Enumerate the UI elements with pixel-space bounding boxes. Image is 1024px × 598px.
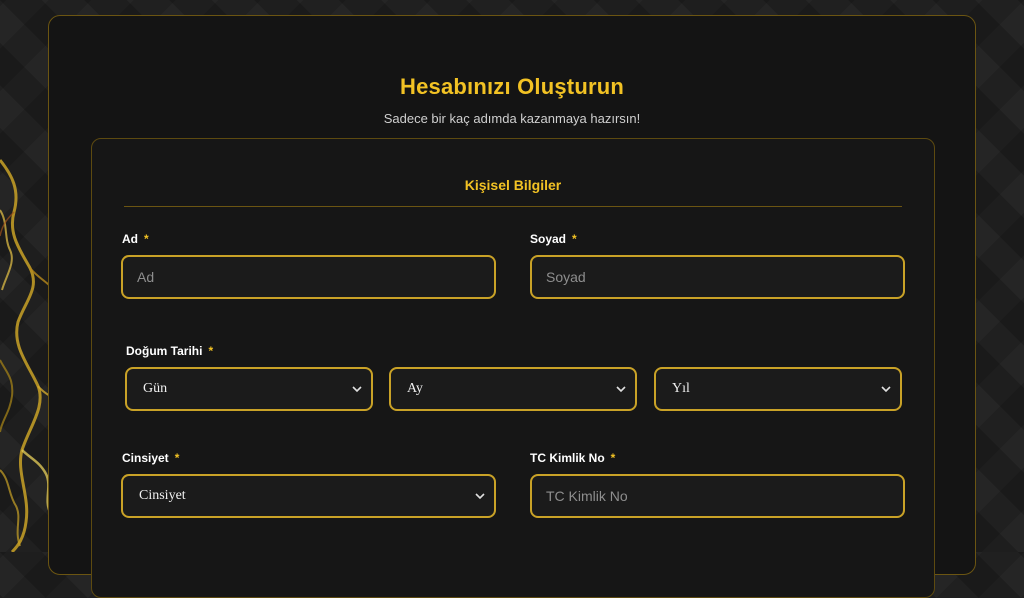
required-marker: * bbox=[572, 232, 577, 246]
required-marker: * bbox=[144, 232, 149, 246]
birth-year-value: Yıl bbox=[672, 381, 690, 396]
chevron-down-icon bbox=[472, 488, 488, 504]
birth-day-value: Gün bbox=[143, 381, 168, 396]
section-title: Kişisel Bilgiler bbox=[464, 177, 562, 193]
required-marker: * bbox=[174, 451, 180, 465]
registration-card: Hesabınızı Oluşturun Sadece bir kaç adım… bbox=[48, 15, 976, 598]
required-marker: * bbox=[610, 451, 616, 465]
birth-date-label: Doğum Tarihi * bbox=[126, 344, 213, 358]
chevron-down-icon bbox=[349, 381, 365, 397]
first-name-input[interactable] bbox=[121, 255, 496, 299]
gender-value: Cinsiyet bbox=[139, 488, 186, 503]
last-name-label: Soyad * bbox=[530, 232, 577, 246]
first-name-label: Ad * bbox=[122, 232, 149, 246]
required-marker: * bbox=[208, 344, 214, 358]
chevron-down-icon bbox=[613, 381, 629, 397]
personal-info-section: Kişisel Bilgiler Ad * Soyad * Doğum Tarihi… bbox=[91, 138, 935, 598]
gender-label: Cinsiyet * bbox=[122, 451, 179, 465]
page-title: Hesabınızı Oluşturun bbox=[399, 74, 625, 99]
birth-year-select[interactable]: Yıl bbox=[654, 367, 902, 411]
section-divider bbox=[124, 206, 902, 207]
last-name-label-text: Soyad bbox=[530, 232, 567, 246]
page-subtitle: Sadece bir kaç adımda kazanmaya hazırsın… bbox=[383, 111, 641, 126]
first-name-label-text: Ad bbox=[122, 232, 138, 246]
birth-day-select[interactable]: Gün bbox=[125, 367, 373, 411]
birth-month-select[interactable]: Ay bbox=[389, 367, 637, 411]
chevron-down-icon bbox=[878, 381, 894, 397]
tc-id-input[interactable] bbox=[530, 474, 905, 518]
tc-id-label-text: TC Kimlik No bbox=[530, 451, 605, 465]
gender-select[interactable]: Cinsiyet bbox=[121, 474, 496, 518]
tc-id-label: TC Kimlik No * bbox=[530, 451, 615, 465]
birth-month-value: Ay bbox=[407, 381, 423, 396]
birth-date-label-text: Doğum Tarihi bbox=[126, 344, 203, 358]
last-name-input[interactable] bbox=[530, 255, 905, 299]
gender-label-text: Cinsiyet bbox=[122, 451, 169, 465]
